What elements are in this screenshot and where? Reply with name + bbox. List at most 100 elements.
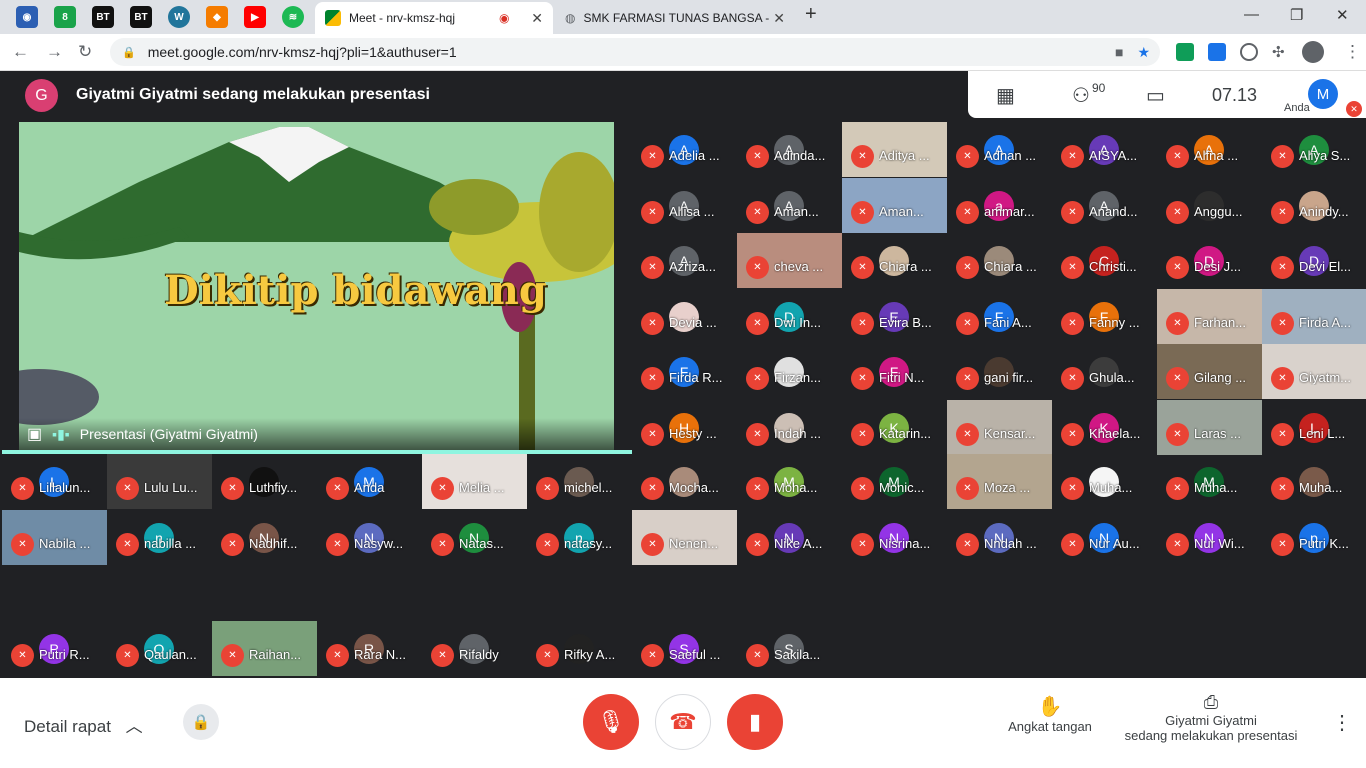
participant-tile[interactable]: ✕ Melia ... — [422, 454, 527, 509]
chat-icon[interactable]: ▭ — [1146, 83, 1165, 108]
meeting-details-button[interactable]: Detail rapat ︿ — [24, 712, 143, 737]
participant-tile[interactable]: ✕ michel... — [527, 454, 632, 509]
new-tab-button[interactable]: + — [805, 3, 817, 26]
close-window-icon[interactable]: ✕ — [1336, 6, 1349, 24]
participant-tile[interactable]: L ✕ Leni L... — [1262, 400, 1366, 455]
restore-icon[interactable]: ❐ — [1290, 6, 1303, 24]
participant-tile[interactable]: ✕ Nenen... — [632, 509, 737, 565]
participant-tile[interactable]: ✕ Aditya ... — [842, 122, 947, 177]
participant-tile[interactable]: A ✕ Aman... — [737, 178, 842, 233]
tab-close-icon[interactable]: ✕ — [531, 10, 543, 27]
tab-meet[interactable]: Meet - nrv-kmsz-hqj ◉ ✕ — [315, 2, 553, 34]
participant-tile[interactable]: ✕ Rifaldy — [422, 621, 527, 676]
participant-tile[interactable]: A ✕ Alfna ... — [1157, 122, 1262, 177]
participant-tile[interactable]: M ✕ Muha... — [1157, 454, 1262, 509]
participant-tile[interactable]: N ✕ Nur Wi... — [1157, 510, 1262, 565]
participant-tile[interactable]: ✕ Mocha... — [632, 454, 737, 509]
participant-tile[interactable]: Q ✕ Qaulan... — [107, 621, 212, 676]
participant-tile[interactable]: ✕ cheva ... — [737, 233, 842, 288]
extension-2-icon[interactable] — [1208, 43, 1226, 61]
host-controls-shield-icon[interactable]: 🔒 — [183, 704, 219, 740]
participant-tile[interactable]: n ✕ natasy... — [527, 510, 632, 565]
participant-tile[interactable]: D ✕ Desi J... — [1157, 233, 1262, 288]
participant-tile[interactable]: ✕ Luthfiy... — [212, 454, 317, 509]
presentation-view[interactable]: Dikitip bidawang ▣ ▪▮▪ Presentasi (Giyat… — [19, 122, 614, 450]
participant-tile[interactable]: ✕ Ghula... — [1052, 344, 1157, 399]
participant-tile[interactable]: ✕ Muha... — [1262, 454, 1366, 509]
participant-tile[interactable]: p ✕ Putri K... — [1262, 510, 1366, 565]
participant-tile[interactable]: ✕ Giyatm... — [1262, 344, 1366, 399]
participant-tile[interactable]: ✕ gani fir... — [947, 344, 1052, 399]
participant-tile[interactable]: E ✕ Evira B... — [842, 289, 947, 344]
participant-tile[interactable]: ✕ Lulu Lu... — [107, 454, 212, 509]
bookmark-star-icon[interactable]: ★ — [1137, 44, 1150, 61]
youtube-tab-icon[interactable]: ▶ — [244, 6, 266, 28]
participant-tile[interactable]: ✕ Gilang ... — [1157, 344, 1262, 399]
participant-tile[interactable]: N ✕ Nisrina... — [842, 510, 947, 565]
browser-menu-icon[interactable]: ⋮ — [1344, 42, 1361, 62]
pinned-tab-4[interactable]: BT — [130, 6, 152, 28]
minimize-icon[interactable]: — — [1244, 6, 1259, 23]
participant-tile[interactable]: N ✕ Nasyw... — [317, 510, 422, 565]
participant-tile[interactable]: ✕ Firzan... — [737, 344, 842, 399]
participant-tile[interactable]: F ✕ Fitri N... — [842, 344, 947, 399]
layout-grid-icon[interactable]: ▦ — [996, 83, 1015, 108]
sheets-extension-icon[interactable] — [1176, 43, 1194, 61]
participant-tile[interactable]: ✕ Anggu... — [1157, 178, 1262, 233]
pinned-tab-6[interactable]: ◆ — [206, 6, 228, 28]
participant-tile[interactable]: ✕ Nabila ... — [2, 509, 107, 565]
participant-tile[interactable]: ✕ Moza ... — [947, 454, 1052, 509]
participant-tile[interactable]: N ✕ Natas... — [422, 510, 527, 565]
tab-smk[interactable]: ◍ SMK FARMASI TUNAS BANGSA - ✕ — [555, 2, 795, 34]
participant-tile[interactable]: ✕ Farhan... — [1157, 288, 1262, 344]
participant-tile[interactable]: H ✕ Hesty ... — [632, 400, 737, 455]
mic-toggle-button[interactable]: 🎙 — [583, 694, 639, 750]
participant-tile[interactable]: A ✕ Allisa ... — [632, 178, 737, 233]
participant-tile[interactable]: K ✕ Khaela... — [1052, 400, 1157, 455]
participant-tile[interactable]: M ✕ Monic... — [842, 454, 947, 509]
participant-tile[interactable]: S ✕ Saeful ... — [632, 621, 737, 676]
participant-tile[interactable]: ✕ Raihan... — [212, 620, 317, 676]
participant-tile[interactable]: ✕ Rifky A... — [527, 621, 632, 676]
pinned-tab-3[interactable]: BT — [92, 6, 114, 28]
participant-tile[interactable]: ✕ Chiara ... — [842, 233, 947, 288]
more-options-icon[interactable]: ⋮ — [1332, 710, 1352, 735]
participant-tile[interactable]: A ✕ Azriza... — [632, 233, 737, 288]
participant-tile[interactable]: N ✕ Nndah ... — [947, 510, 1052, 565]
participant-tile[interactable]: A ✕ Adelia ... — [632, 122, 737, 177]
extensions-puzzle-icon[interactable]: ✣ — [1272, 43, 1290, 61]
participant-tile[interactable]: D ✕ Devi El... — [1262, 233, 1366, 288]
participant-tile[interactable]: n ✕ nabilla ... — [107, 510, 212, 565]
forward-icon[interactable]: → — [46, 42, 63, 62]
people-icon[interactable]: ⚇ — [1072, 83, 1090, 108]
camera-toggle-button[interactable]: ▮ — [727, 694, 783, 750]
participant-tile[interactable]: A ✕ AISYA... — [1052, 122, 1157, 177]
participant-tile[interactable]: ✕ Devia ... — [632, 289, 737, 344]
participant-tile[interactable]: ✕ Indah ... — [737, 400, 842, 455]
camera-permission-icon[interactable]: ■ — [1115, 44, 1123, 60]
extension-3-icon[interactable] — [1240, 43, 1258, 61]
pinned-tab-2[interactable]: 8 — [54, 6, 76, 28]
participant-tile[interactable]: N ✕ Nur Au... — [1052, 510, 1157, 565]
self-avatar[interactable]: M — [1308, 79, 1338, 109]
raise-hand-button[interactable]: ✋ Angkat tangan — [1000, 694, 1100, 734]
participant-tile[interactable]: ✕ Firda A... — [1262, 288, 1366, 344]
reload-icon[interactable]: ↻ — [78, 42, 92, 62]
participant-tile[interactable]: ✕ Aman... — [842, 177, 947, 233]
participant-tile[interactable]: F ✕ Fanny ... — [1052, 289, 1157, 344]
pinned-tab-1[interactable]: ◉ — [16, 6, 38, 28]
participant-tile[interactable]: A ✕ Adinda... — [737, 122, 842, 177]
participant-tile[interactable]: S ✕ Sakila... — [737, 621, 842, 676]
participant-tile[interactable]: L ✕ Lillalun... — [2, 454, 107, 509]
participant-tile[interactable]: N ✕ Nadhif... — [212, 510, 317, 565]
participant-tile[interactable]: A ✕ Anand... — [1052, 178, 1157, 233]
participant-tile[interactable]: a ✕ ammar... — [947, 178, 1052, 233]
tab-close-icon[interactable]: ✕ — [773, 10, 785, 27]
participant-tile[interactable]: ✕ Laras ... — [1157, 399, 1262, 455]
participant-tile[interactable]: F ✕ Fani A... — [947, 289, 1052, 344]
spotify-tab-icon[interactable]: ≋ — [282, 6, 304, 28]
participant-tile[interactable]: P ✕ Putri R... — [2, 621, 107, 676]
participant-tile[interactable]: R ✕ Rara N... — [317, 621, 422, 676]
participant-tile[interactable]: A ✕ Aliya S... — [1262, 122, 1366, 177]
participant-tile[interactable]: ✕ Muha... — [1052, 454, 1157, 509]
